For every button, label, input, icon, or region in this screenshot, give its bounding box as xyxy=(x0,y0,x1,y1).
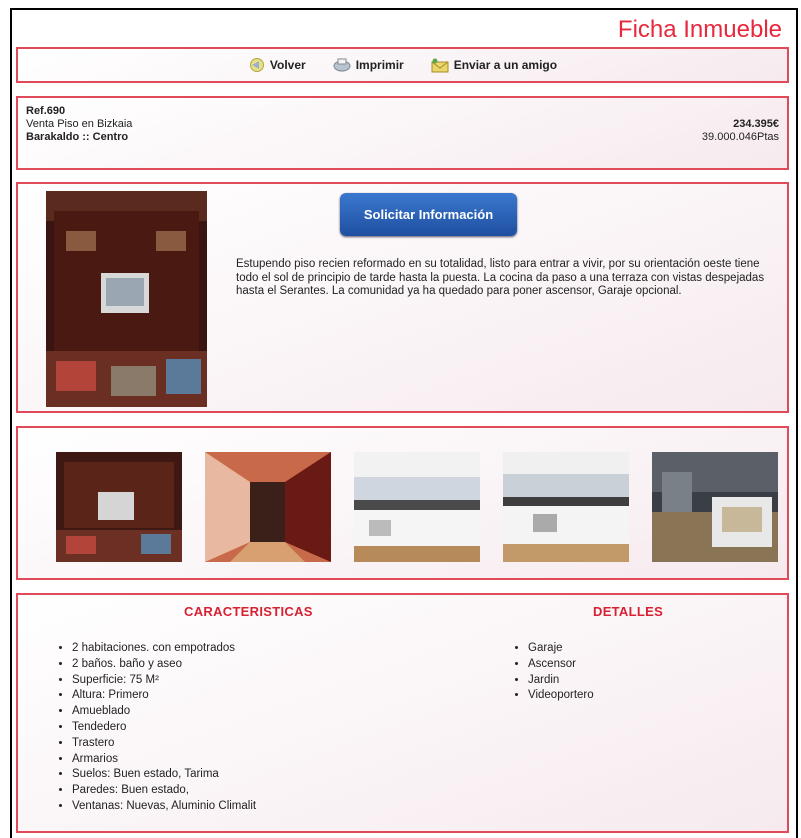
thumbnail-photo-3[interactable] xyxy=(354,452,480,562)
list-item: Suelos: Buen estado, Tarima xyxy=(72,767,256,783)
list-item: Jardin xyxy=(528,673,594,689)
property-summary: Ref.690 Venta Piso en Bizkaia Barakaldo … xyxy=(16,96,789,170)
property-main: Solicitar Información Estupendo piso rec… xyxy=(16,182,789,413)
list-item: Trastero xyxy=(72,736,256,752)
list-item: Videoportero xyxy=(528,688,594,704)
thumbnail-photo-5[interactable] xyxy=(652,452,778,562)
send-label: Enviar a un amigo xyxy=(453,58,558,72)
page-title: Ficha Inmueble xyxy=(617,16,782,43)
request-info-button[interactable]: Solicitar Información xyxy=(340,193,517,236)
characteristics-list: 2 habitaciones. con empotrados 2 baños. … xyxy=(54,641,256,815)
list-item: Garaje xyxy=(528,641,594,657)
price-euro: 234.395€ xyxy=(733,118,779,130)
property-location: Barakaldo :: Centro xyxy=(26,131,129,143)
list-item: Armarios xyxy=(72,752,256,768)
list-item: Altura: Primero xyxy=(72,688,256,704)
thumbnail-photo-4[interactable] xyxy=(503,452,629,562)
list-item: Paredes: Buen estado, xyxy=(72,783,256,799)
price-pesetas: 39.000.046Ptas xyxy=(701,131,779,143)
print-label: Imprimir xyxy=(355,58,404,72)
property-ref: Ref.690 xyxy=(26,105,66,117)
characteristics-heading: CARACTERISTICAS xyxy=(184,604,313,619)
list-item: 2 baños. baño y aseo xyxy=(72,657,256,673)
send-to-friend-button[interactable]: Enviar a un amigo xyxy=(430,57,557,73)
print-button[interactable]: Imprimir xyxy=(332,57,404,73)
thumbnail-photo-1[interactable] xyxy=(56,452,182,562)
printer-icon xyxy=(333,58,351,72)
features-panel: CARACTERISTICAS DETALLES 2 habitaciones.… xyxy=(16,593,789,833)
details-heading: DETALLES xyxy=(593,604,664,619)
thumbnail-photo-2[interactable] xyxy=(205,452,331,562)
toolbar: Volver Imprimir Enviar a un amigo xyxy=(16,47,789,83)
list-item: Amueblado xyxy=(72,704,256,720)
details-list: Garaje Ascensor Jardin Videoportero xyxy=(510,641,594,704)
back-icon xyxy=(249,58,264,72)
back-button[interactable]: Volver xyxy=(248,57,306,73)
main-photo[interactable] xyxy=(46,191,207,407)
list-item: 2 habitaciones. con empotrados xyxy=(72,641,256,657)
list-item: Ascensor xyxy=(528,657,594,673)
list-item: Superficie: 75 M² xyxy=(72,673,256,689)
property-type: Venta Piso en Bizkaia xyxy=(26,118,133,130)
list-item: Tendedero xyxy=(72,720,256,736)
list-item: Ventanas: Nuevas, Aluminio Climalit xyxy=(72,799,256,815)
back-label: Volver xyxy=(269,58,306,72)
envelope-icon xyxy=(431,58,449,73)
property-description: Estupendo piso recien reformado en su to… xyxy=(236,258,765,297)
thumbnail-gallery xyxy=(16,426,789,580)
